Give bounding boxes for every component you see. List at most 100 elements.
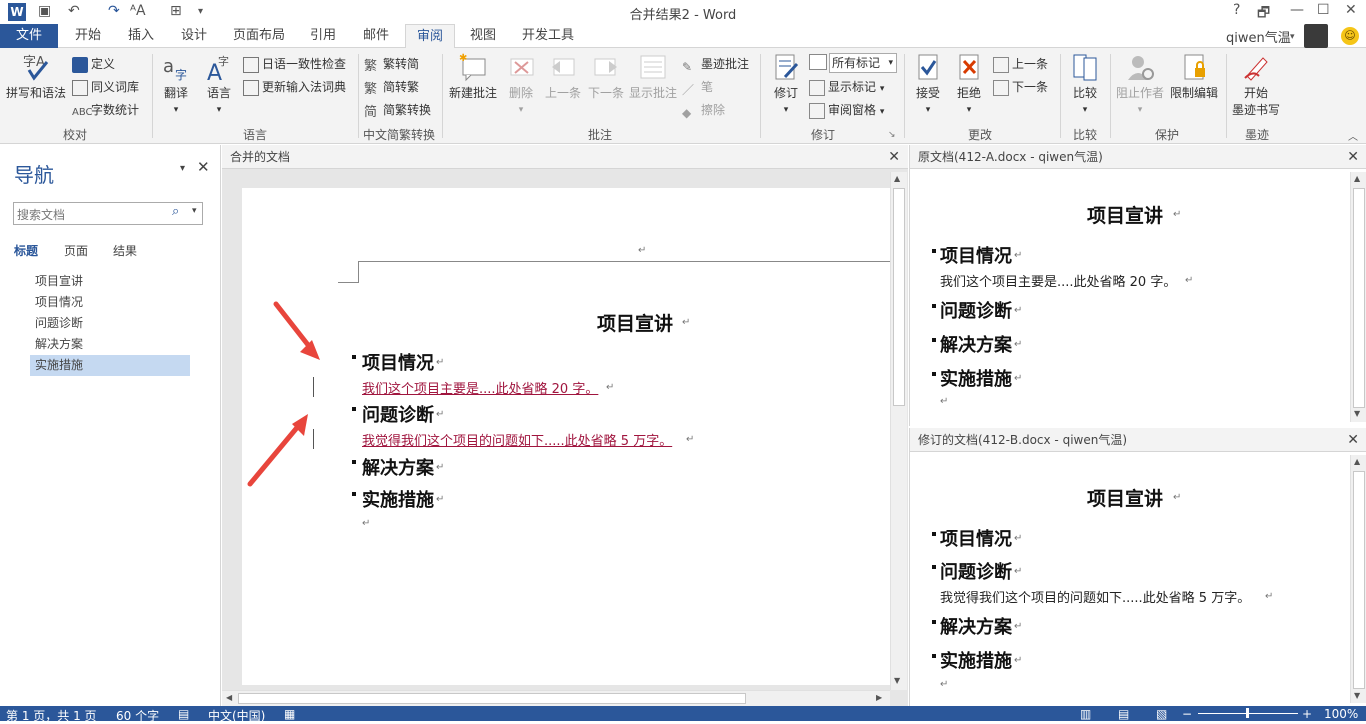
original-vertical-scrollbar[interactable]: ▲ ▼ xyxy=(1350,172,1366,422)
page-count[interactable]: 第 1 页，共 1 页 xyxy=(6,707,97,724)
nav-tab-pages[interactable]: 页面 xyxy=(64,242,88,259)
web-layout-icon[interactable]: ▧ xyxy=(1156,707,1167,721)
ribbon-display-button[interactable]: 🗗 xyxy=(1257,2,1270,26)
scroll-up-icon[interactable]: ▲ xyxy=(894,174,900,183)
merged-vertical-scrollbar[interactable]: ▲ ▼ xyxy=(890,172,907,690)
tab-design[interactable]: 设计 xyxy=(176,24,212,48)
nav-tab-headings[interactable]: 标题 xyxy=(14,242,38,259)
help-button[interactable]: ? xyxy=(1233,2,1240,18)
language-status[interactable]: 中文(中国) xyxy=(208,707,265,724)
restrict-editing-button[interactable]: 限制编辑 xyxy=(1168,52,1220,101)
prev-change-button[interactable]: 上一条 xyxy=(993,54,1048,74)
next-change-button[interactable]: 下一条 xyxy=(993,77,1048,97)
nav-tab-results[interactable]: 结果 xyxy=(113,242,137,259)
search-dropdown-icon[interactable]: ▾ xyxy=(192,206,197,216)
tab-mailings[interactable]: 邮件 xyxy=(358,24,394,48)
minimize-button[interactable]: — xyxy=(1290,2,1304,18)
language-button[interactable]: A字 语言 ▾ xyxy=(199,52,239,115)
avatar[interactable] xyxy=(1304,24,1328,48)
compare-button[interactable]: 比较 ▾ xyxy=(1066,52,1104,115)
macro-record-icon[interactable]: ▦ xyxy=(284,707,295,721)
user-name[interactable]: qiwen气温 xyxy=(1226,27,1291,46)
print-layout-icon[interactable]: ▤ xyxy=(1118,707,1129,721)
merged-close-icon[interactable]: ✕ xyxy=(888,145,900,169)
wordcount-button[interactable]: ABC字数统计 xyxy=(72,100,139,120)
tab-references[interactable]: 引用 xyxy=(305,24,341,48)
tab-developer[interactable]: 开发工具 xyxy=(518,24,578,48)
new-comment-button[interactable]: ✱ 新建批注 xyxy=(446,52,500,101)
zoom-level[interactable]: 100% xyxy=(1324,707,1358,721)
reconvert-button[interactable]: 更新输入法词典 xyxy=(243,77,346,97)
scroll-down-icon[interactable]: ▼ xyxy=(1354,409,1360,418)
scroll-left-icon[interactable]: ◀ xyxy=(226,693,232,702)
nav-options-icon[interactable]: ▾ xyxy=(180,163,185,174)
convert-button[interactable]: 简简繁转换 xyxy=(364,100,431,120)
maximize-button[interactable]: ☐ xyxy=(1317,2,1330,18)
next-comment-button[interactable]: 下一条 xyxy=(585,52,627,101)
ink-comment-button[interactable]: ✎ 墨迹批注 xyxy=(682,54,749,74)
read-mode-icon[interactable]: ▥ xyxy=(1080,707,1091,721)
scroll-down-icon[interactable]: ▼ xyxy=(1354,691,1360,700)
scroll-down-icon[interactable]: ▼ xyxy=(894,676,900,685)
show-comments-button[interactable]: 显示批注 xyxy=(627,52,679,101)
tab-home[interactable]: 开始 xyxy=(70,24,106,48)
start-inking-button[interactable]: 开始 墨迹书写 xyxy=(1230,52,1282,118)
smiley-icon[interactable]: ☺ xyxy=(1341,27,1359,45)
merged-horizontal-scrollbar[interactable]: ◀ ▶ xyxy=(222,690,890,706)
scroll-thumb[interactable] xyxy=(893,188,905,406)
proofing-status-icon[interactable]: ▤ xyxy=(178,707,189,721)
scroll-thumb[interactable] xyxy=(1353,471,1365,689)
paragraph-mark: ↵ xyxy=(436,357,445,368)
nav-heading-item[interactable]: 项目情况 xyxy=(30,292,190,313)
original-close-icon[interactable]: ✕ xyxy=(1347,145,1359,169)
zoom-in-icon[interactable]: + xyxy=(1302,707,1312,721)
accept-button[interactable]: 接受 ▾ xyxy=(910,52,946,115)
pen-button[interactable]: ／笔 xyxy=(682,77,713,97)
to-simplified-button[interactable]: 繁繁转简 xyxy=(364,54,419,74)
spelling-button[interactable]: 字A 拼写和语法 xyxy=(4,52,68,101)
tracking-launcher-icon[interactable]: ↘ xyxy=(888,130,896,140)
h-scroll-thumb[interactable] xyxy=(238,693,746,704)
prev-comment-button[interactable]: 上一条 xyxy=(542,52,584,101)
delete-comment-button[interactable]: 删除 ▾ xyxy=(504,52,538,115)
review-pane-button[interactable]: 审阅窗格 ▾ xyxy=(809,100,884,120)
tab-layout[interactable]: 页面布局 xyxy=(229,24,289,48)
nav-heading-item-selected[interactable]: 实施措施 xyxy=(30,355,190,376)
tab-insert[interactable]: 插入 xyxy=(123,24,159,48)
eraser-button[interactable]: ◆ 擦除 xyxy=(682,100,725,120)
zoom-out-icon[interactable]: − xyxy=(1182,707,1192,721)
define-button[interactable]: 定义 xyxy=(72,54,115,74)
collapse-ribbon-icon[interactable]: ︿ xyxy=(1348,128,1358,143)
merged-document-page[interactable]: ↵ 项目宣讲 ↵ 项目情况 ↵ 我们这个项目主要是....此处省略 20 字。 … xyxy=(242,188,890,685)
tab-file[interactable]: 文件 xyxy=(0,24,58,48)
word-count[interactable]: 60 个字 xyxy=(116,707,159,724)
scroll-up-icon[interactable]: ▲ xyxy=(1354,457,1360,466)
markup-select[interactable]: 所有标记 ▾ xyxy=(829,53,897,73)
translate-button[interactable]: a字 翻译 ▾ xyxy=(156,52,196,115)
scroll-thumb[interactable] xyxy=(1353,188,1365,408)
jp-check-button[interactable]: 日语一致性检查 xyxy=(243,54,346,74)
search-icon[interactable]: ⌕ xyxy=(172,204,179,219)
bullet xyxy=(932,532,936,536)
nav-close-icon[interactable]: ✕ xyxy=(197,158,210,176)
revised-vertical-scrollbar[interactable]: ▲ ▼ xyxy=(1350,455,1366,703)
thesaurus-button[interactable]: 同义词库 xyxy=(72,77,139,97)
to-traditional-button[interactable]: 繁简转繁 xyxy=(364,77,419,97)
tab-view[interactable]: 视图 xyxy=(465,24,501,48)
nav-heading-item[interactable]: 解决方案 xyxy=(30,334,190,355)
scroll-right-icon[interactable]: ▶ xyxy=(876,693,882,702)
reject-button[interactable]: 拒绝 ▾ xyxy=(951,52,987,115)
nav-heading-item[interactable]: 问题诊断 xyxy=(30,313,190,334)
zoom-slider-thumb[interactable] xyxy=(1246,708,1249,718)
scroll-up-icon[interactable]: ▲ xyxy=(1354,174,1360,183)
block-authors-button[interactable]: 阻止作者 ▾ xyxy=(1114,52,1166,115)
paragraph-mark: ↵ xyxy=(940,679,949,690)
account-dropdown-icon[interactable]: ▾ xyxy=(1290,32,1295,42)
nav-heading-item[interactable]: 项目宣讲 xyxy=(30,271,190,292)
search-input[interactable]: 搜索文档 ⌕ ▾ xyxy=(13,202,203,225)
show-markup-button[interactable]: 显示标记 ▾ xyxy=(809,77,884,97)
close-button[interactable]: ✕ xyxy=(1345,2,1357,18)
tab-review[interactable]: 审阅 xyxy=(405,24,455,49)
revised-close-icon[interactable]: ✕ xyxy=(1347,428,1359,452)
track-changes-button[interactable]: 修订 ▾ xyxy=(766,52,806,115)
